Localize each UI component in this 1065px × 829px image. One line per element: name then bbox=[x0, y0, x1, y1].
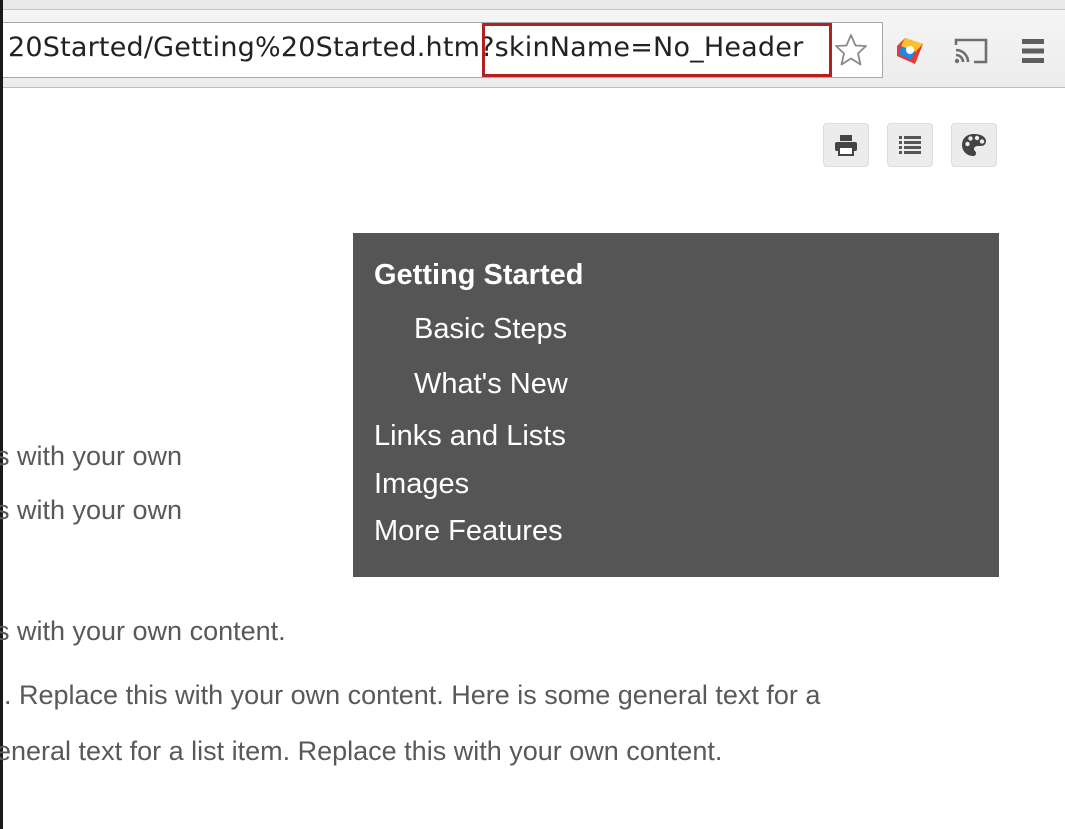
content-line: eneral text for a list item. Replace thi… bbox=[0, 736, 723, 766]
url-path: 20Started/Getting%20Started.htm bbox=[8, 32, 481, 63]
toc-item-whats-new[interactable]: What's New bbox=[414, 368, 568, 401]
menu-icon[interactable] bbox=[1020, 36, 1046, 66]
content-line: s with your own bbox=[0, 441, 183, 471]
window-left-edge bbox=[0, 0, 3, 829]
toc-menu: Getting Started Basic Steps What's New L… bbox=[353, 233, 999, 577]
palette-icon bbox=[962, 134, 986, 156]
extension-icon[interactable] bbox=[893, 34, 927, 68]
toc-button[interactable] bbox=[887, 123, 933, 167]
star-icon[interactable] bbox=[834, 33, 868, 67]
toolbar-top-strip bbox=[3, 0, 1065, 10]
toc-list-icon bbox=[899, 136, 921, 154]
toc-item-getting-started[interactable]: Getting Started bbox=[374, 259, 583, 292]
browser-window: 20Started/Getting%20Started.htm?skinName… bbox=[0, 0, 1065, 829]
content-line: . Replace this with your own content. He… bbox=[4, 680, 821, 710]
skin-button[interactable] bbox=[951, 123, 997, 167]
print-icon bbox=[835, 135, 857, 156]
cast-icon[interactable] bbox=[952, 36, 990, 66]
url-text[interactable]: 20Started/Getting%20Started.htm?skinName… bbox=[8, 32, 803, 63]
print-button[interactable] bbox=[823, 123, 869, 167]
address-bar[interactable]: 20Started/Getting%20Started.htm?skinName… bbox=[3, 22, 883, 78]
url-query: ?skinName=No_Header bbox=[480, 32, 804, 63]
toc-item-images[interactable]: Images bbox=[374, 468, 469, 501]
toc-item-links-and-lists[interactable]: Links and Lists bbox=[374, 420, 566, 453]
toc-item-more-features[interactable]: More Features bbox=[374, 515, 563, 548]
content-line: s with your own content. bbox=[0, 616, 286, 646]
content-line: s with your own bbox=[0, 495, 183, 525]
toc-item-basic-steps[interactable]: Basic Steps bbox=[414, 313, 567, 346]
